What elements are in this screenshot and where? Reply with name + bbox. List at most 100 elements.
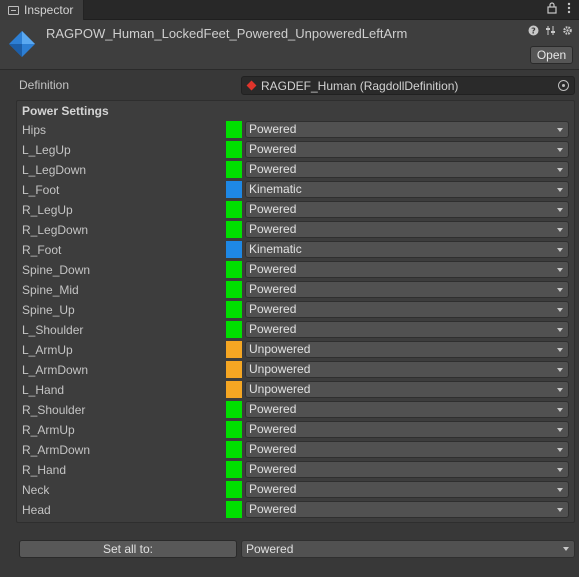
settings-icon[interactable] [562,25,573,39]
power-color-swatch [226,161,242,178]
power-mode-dropdown[interactable]: Powered [245,281,569,298]
definition-object-field[interactable]: RAGDEF_Human (RagdollDefinition) [241,76,575,95]
power-color-swatch [226,201,242,218]
power-mode-dropdown[interactable]: Powered [245,201,569,218]
chevron-down-icon [557,228,563,232]
chevron-down-icon [557,448,563,452]
power-settings-title: Power Settings [22,104,109,118]
power-mode-value: Powered [249,122,297,136]
inspector-tabbar: Inspector [0,0,579,20]
power-mode-dropdown[interactable]: Powered [245,141,569,158]
bone-label: R_Hand [22,463,67,477]
power-color-swatch [226,321,242,338]
open-button[interactable]: Open [530,46,573,64]
power-mode-dropdown[interactable]: Powered [245,501,569,518]
scriptable-object-icon [8,30,36,58]
power-row: R_LegUp Powered [16,200,575,220]
power-row: R_LegDown Powered [16,220,575,240]
power-mode-dropdown[interactable]: Powered [245,261,569,278]
bone-label: L_Hand [22,383,65,397]
bone-label: Hips [22,123,47,137]
bone-label: R_ArmUp [22,423,75,437]
chevron-down-icon [563,547,569,551]
set-all-dropdown[interactable]: Powered [241,540,575,558]
more-icon[interactable] [567,2,571,18]
power-mode-value: Unpowered [249,382,311,396]
power-color-swatch [226,301,242,318]
power-color-swatch [226,341,242,358]
object-picker-icon[interactable] [558,80,569,91]
chevron-down-icon [557,288,563,292]
power-mode-dropdown[interactable]: Kinematic [245,181,569,198]
power-mode-dropdown[interactable]: Kinematic [245,241,569,258]
power-mode-dropdown[interactable]: Powered [245,401,569,418]
power-row: R_Foot Kinematic [16,240,575,260]
inspector-window-icon [8,5,19,15]
power-mode-value: Powered [249,482,297,496]
power-mode-dropdown[interactable]: Powered [245,321,569,338]
power-mode-dropdown[interactable]: Powered [245,481,569,498]
asset-title: RAGPOW_Human_LockedFeet_Powered_Unpowere… [46,26,408,41]
chevron-down-icon [557,328,563,332]
power-mode-value: Powered [249,262,297,276]
power-mode-dropdown[interactable]: Powered [245,161,569,178]
power-color-swatch [226,481,242,498]
definition-value: RAGDEF_Human (RagdollDefinition) [261,78,459,93]
preset-icon[interactable] [545,25,556,39]
set-all-button[interactable]: Set all to: [19,540,237,558]
power-color-swatch [226,141,242,158]
chevron-down-icon [557,408,563,412]
inspector-tab[interactable]: Inspector [0,0,84,20]
power-mode-dropdown[interactable]: Powered [245,441,569,458]
power-mode-value: Unpowered [249,362,311,376]
power-color-swatch [226,281,242,298]
chevron-down-icon [557,248,563,252]
chevron-down-icon [557,368,563,372]
help-icon[interactable]: ? [528,25,539,39]
lock-icon[interactable] [547,2,557,18]
power-row: Neck Powered [16,480,575,500]
chevron-down-icon [557,388,563,392]
chevron-down-icon [557,428,563,432]
power-mode-value: Kinematic [249,242,302,256]
bone-label: L_Foot [22,183,60,197]
power-mode-value: Unpowered [249,342,311,356]
power-mode-dropdown[interactable]: Powered [245,121,569,138]
bone-label: R_Foot [22,243,62,257]
power-color-swatch [226,261,242,278]
bone-label: L_ArmDown [22,363,89,377]
chevron-down-icon [557,488,563,492]
bone-label: L_Shoulder [22,323,84,337]
power-mode-value: Powered [249,282,297,296]
power-row: R_ArmUp Powered [16,420,575,440]
power-mode-dropdown[interactable]: Unpowered [245,341,569,358]
power-mode-dropdown[interactable]: Powered [245,221,569,238]
power-mode-dropdown[interactable]: Unpowered [245,361,569,378]
bone-label: R_Shoulder [22,403,86,417]
chevron-down-icon [557,128,563,132]
bone-label: Spine_Down [22,263,91,277]
power-mode-dropdown[interactable]: Unpowered [245,381,569,398]
power-row: R_Shoulder Powered [16,400,575,420]
chevron-down-icon [557,348,563,352]
power-row: Spine_Up Powered [16,300,575,320]
power-mode-value: Powered [249,422,297,436]
power-color-swatch [226,461,242,478]
chevron-down-icon [557,268,563,272]
power-color-swatch [226,441,242,458]
chevron-down-icon [557,188,563,192]
bone-label: L_LegUp [22,143,71,157]
inspector-tab-label: Inspector [24,3,74,17]
power-mode-dropdown[interactable]: Powered [245,421,569,438]
power-mode-dropdown[interactable]: Powered [245,461,569,478]
power-color-swatch [226,421,242,438]
power-row: L_ArmDown Unpowered [16,360,575,380]
bone-label: R_ArmDown [22,443,91,457]
power-color-swatch [226,221,242,238]
chevron-down-icon [557,308,563,312]
power-mode-dropdown[interactable]: Powered [245,301,569,318]
power-color-swatch [226,361,242,378]
definition-label: Definition [19,78,70,92]
power-mode-value: Powered [249,402,297,416]
ragdoll-definition-icon [246,80,257,91]
